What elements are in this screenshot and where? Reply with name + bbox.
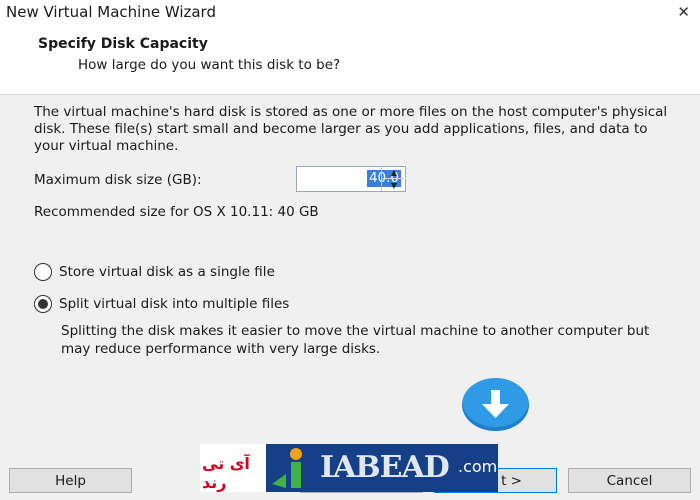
watermark-persian-text: آی تی رند: [202, 454, 250, 492]
single-file-radio[interactable]: [34, 263, 52, 281]
single-file-label: Store virtual disk as a single file: [59, 264, 275, 280]
watermark-logo: آی تی رند IABEAD .com: [200, 444, 500, 500]
watermark-white-panel: آی تی رند: [200, 444, 266, 492]
multiple-files-label: Split virtual disk into multiple files: [59, 296, 290, 312]
page-title: Specify Disk Capacity: [38, 36, 208, 52]
title-bar: New Virtual Machine Wizard ✕: [0, 0, 700, 28]
disk-size-spinner[interactable]: 40.0 ▲ ▼: [296, 166, 406, 192]
close-icon[interactable]: ✕: [677, 3, 690, 21]
watermark-emblem-icon: [272, 448, 302, 488]
spinner-up-icon[interactable]: ▲: [382, 167, 406, 179]
recommended-size: Recommended size for OS X 10.11: 40 GB: [34, 204, 319, 220]
split-description: Splitting the disk makes it easier to mo…: [61, 323, 650, 357]
download-icon: [462, 378, 529, 431]
multiple-files-option[interactable]: Split virtual disk into multiple files: [34, 295, 289, 313]
disk-description: The virtual machine's hard disk is store…: [34, 104, 668, 154]
single-file-option[interactable]: Store virtual disk as a single file: [34, 263, 275, 281]
help-button[interactable]: Help: [9, 468, 132, 493]
wizard-header: Specify Disk Capacity How large do you w…: [0, 28, 700, 95]
window-title: New Virtual Machine Wizard: [6, 3, 216, 21]
watermark-domain: .com: [458, 457, 498, 476]
spinner-buttons: ▲ ▼: [381, 167, 406, 191]
spinner-down-icon[interactable]: ▼: [382, 179, 406, 191]
disk-size-label: Maximum disk size (GB):: [34, 172, 202, 188]
cancel-button[interactable]: Cancel: [568, 468, 691, 493]
page-subtitle: How large do you want this disk to be?: [78, 57, 341, 73]
watermark-latin-text: IABEAD: [320, 450, 450, 485]
multiple-files-radio[interactable]: [34, 295, 52, 313]
